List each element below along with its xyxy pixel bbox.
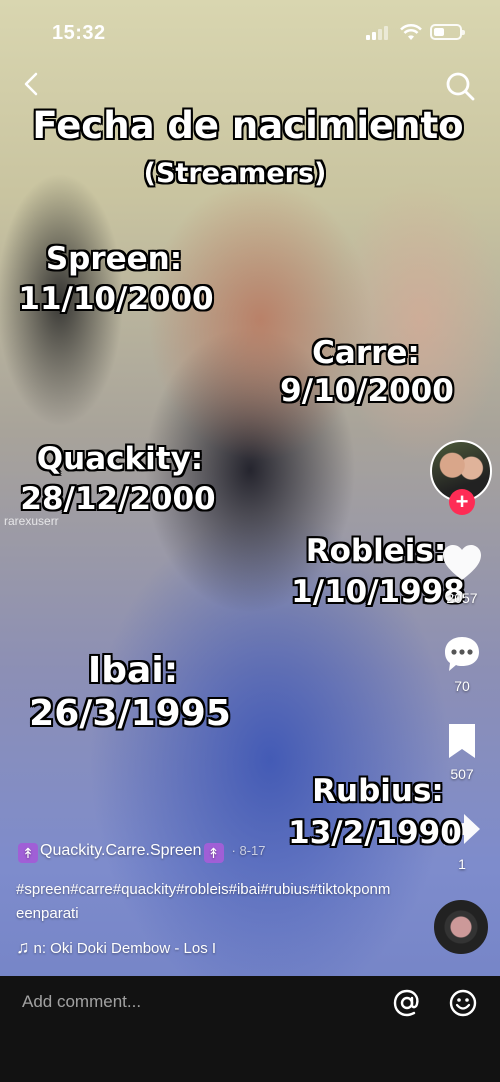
caption-username-row[interactable]: ↟ Quackity.Carre.Spreen ↟ · 8-17: [16, 842, 266, 863]
streamer-birthdate: 13/2/1990: [288, 815, 462, 851]
comment-button[interactable]: [432, 634, 492, 678]
music-title: n: Oki Doki Dembow - Los I: [33, 940, 217, 957]
signal-icon: [366, 26, 392, 40]
video-screen[interactable]: 15:32 Fecha de nacimiento (Streamers) Sp…: [0, 0, 500, 1082]
music-note-icon: ♫: [16, 937, 30, 957]
music-disc[interactable]: [434, 900, 488, 954]
emoji-badge: ↟: [203, 843, 224, 863]
caption-username: Quackity.Carre.Spreen: [40, 842, 202, 859]
streamer-name: Ibai:: [87, 650, 179, 691]
streamer-name: Carre:: [312, 335, 420, 371]
streamer-name: Robleis:: [305, 533, 447, 569]
streamer-birthdate: 26/3/1995: [29, 693, 231, 734]
comment-count: 70: [454, 678, 470, 694]
streamer-birthdate: 28/12/2000: [20, 481, 216, 517]
share-count: 1: [458, 856, 466, 872]
status-bar: 15:32: [0, 0, 500, 64]
streamer-name: Quackity:: [36, 441, 204, 477]
heart-icon: [443, 545, 481, 580]
emoji-badge: ↟: [18, 843, 38, 863]
status-time: 15:32: [52, 22, 106, 44]
at-icon[interactable]: [392, 988, 422, 1018]
comment-icon: [445, 637, 479, 671]
streamer-name: Rubius:: [312, 773, 444, 809]
streamer-name: Spreen:: [45, 241, 183, 277]
save-button[interactable]: [432, 722, 492, 764]
caption-date: · 8-17: [231, 843, 266, 858]
streamer-birthdate: 11/10/2000: [18, 281, 214, 317]
emoji-icon[interactable]: [448, 988, 478, 1018]
comment-bar: Add comment...: [0, 976, 500, 1082]
caption-hashtags[interactable]: #spreen#carre#quackity#robleis#ibai#rubi…: [16, 878, 396, 926]
streamer-birthdate: 9/10/2000: [280, 373, 454, 409]
wifi-icon: [400, 24, 422, 40]
search-icon[interactable]: [444, 70, 476, 102]
music-row[interactable]: ♫ n: Oki Doki Dembow - Los I: [16, 937, 216, 958]
follow-button[interactable]: +: [449, 489, 475, 515]
overlay-title: Fecha de nacimiento: [32, 104, 464, 147]
bookmark-icon: [449, 724, 475, 758]
watermark: rarexuserr: [4, 514, 59, 528]
like-button[interactable]: [432, 544, 492, 586]
like-count: 2057: [446, 590, 478, 606]
chevron-left-icon[interactable]: [18, 70, 46, 98]
battery-icon: [430, 24, 465, 40]
comment-input[interactable]: Add comment...: [22, 992, 141, 1012]
overlay-subtitle: (Streamers): [143, 158, 327, 189]
